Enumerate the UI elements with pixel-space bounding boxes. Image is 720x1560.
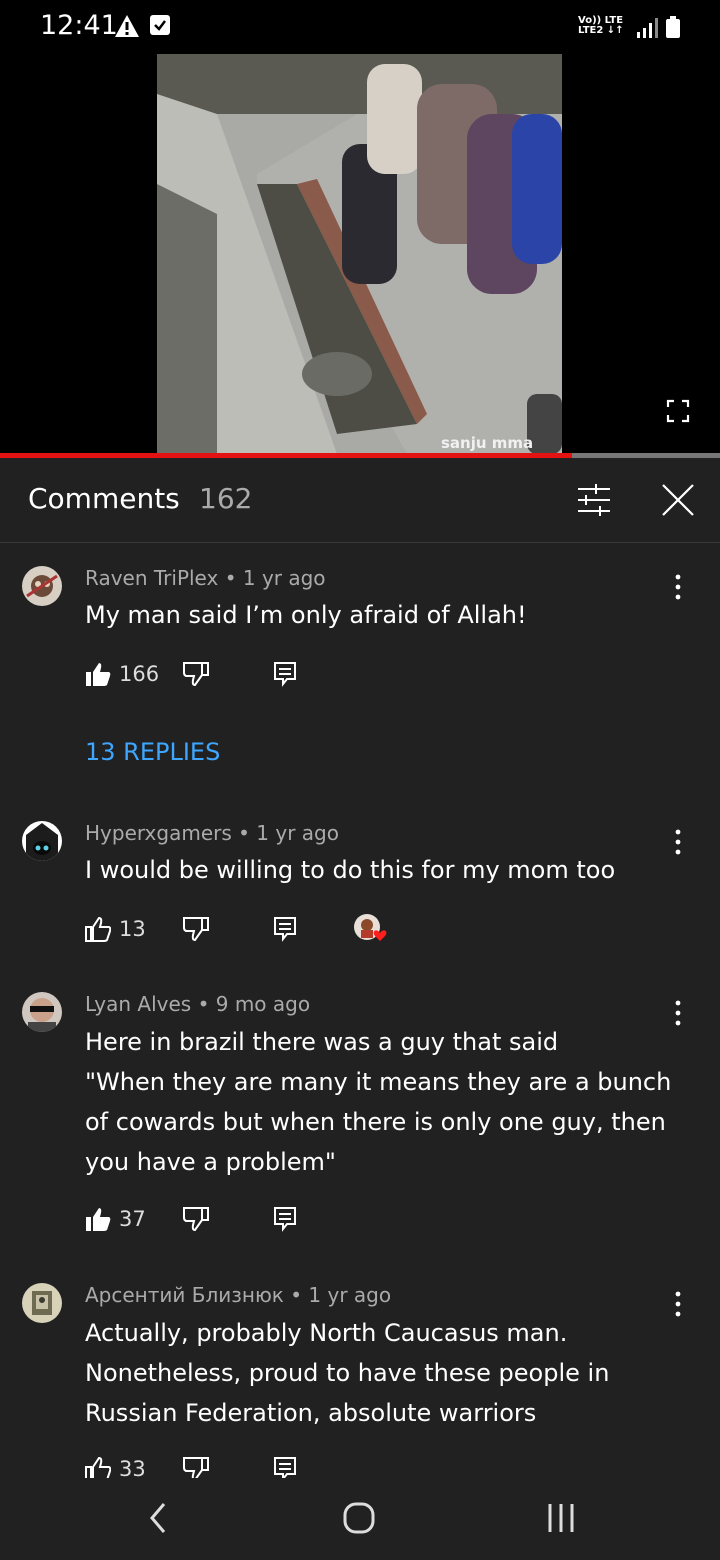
comment-text-line: Nonetheless, proud to have these people … xyxy=(85,1359,610,1387)
comment-meta: Hyperxgamers • 1 yr ago xyxy=(85,821,339,845)
comment-text: Here in brazil there was a guy that said… xyxy=(85,1022,675,1182)
comment-actions: 166 xyxy=(85,661,485,691)
comment-text-line: Russian Federation, absolute warriors xyxy=(85,1399,537,1427)
sort-filter-icon[interactable] xyxy=(576,482,612,518)
fullscreen-icon[interactable] xyxy=(666,399,690,423)
dislike-icon[interactable] xyxy=(183,1206,209,1232)
system-nav-bar xyxy=(0,1478,720,1560)
like-count: 166 xyxy=(119,662,160,686)
comment-meta: Raven TriPlex • 1 yr ago xyxy=(85,566,326,590)
comment-text-line: Here in brazil there was a guy that said xyxy=(85,1028,559,1056)
more-options-icon[interactable] xyxy=(668,574,688,600)
video-watermark: sanju mma xyxy=(441,434,534,452)
comment-actions: 13 xyxy=(85,914,485,946)
warning-icon xyxy=(115,15,139,37)
reply-icon[interactable] xyxy=(273,916,297,942)
comment-meta: Lyan Alves • 9 mo ago xyxy=(85,992,311,1016)
comments-title: Comments xyxy=(28,482,180,515)
check-box-icon xyxy=(150,15,170,35)
network-bottom-label: LTE2 ↓↑ xyxy=(578,25,624,36)
home-icon[interactable] xyxy=(342,1500,376,1536)
reply-icon[interactable] xyxy=(273,1206,297,1232)
more-options-icon[interactable] xyxy=(668,1000,688,1026)
more-options-icon[interactable] xyxy=(668,829,688,855)
dislike-icon[interactable] xyxy=(183,661,209,687)
comments-count: 162 xyxy=(199,482,253,515)
like-icon[interactable] xyxy=(85,661,111,687)
video-player[interactable]: sanju mma xyxy=(0,54,720,456)
comment-text-line: you have a problem" xyxy=(85,1148,336,1176)
signal-icon xyxy=(637,18,658,38)
more-options-icon[interactable] xyxy=(668,1291,688,1317)
like-icon[interactable] xyxy=(85,916,111,942)
creator-heart-icon xyxy=(354,914,387,941)
comment-text-line: "When they are many it means they are a … xyxy=(85,1068,672,1096)
comment-actions: 37 xyxy=(85,1206,485,1236)
comment-text-line: of cowards but when there is only one gu… xyxy=(85,1108,666,1136)
comment-text: I would be willing to do this for my mom… xyxy=(85,856,616,884)
avatar[interactable] xyxy=(22,566,62,606)
battery-icon xyxy=(666,16,680,38)
back-icon[interactable] xyxy=(146,1500,170,1536)
like-icon[interactable] xyxy=(85,1206,111,1232)
video-still-image xyxy=(157,54,562,454)
like-count: 13 xyxy=(119,917,146,941)
comments-header: Comments 162 xyxy=(0,458,720,543)
comment-text-line: Actually, probably North Caucasus man. xyxy=(85,1319,568,1347)
comment-meta: Арсентий Близнюк • 1 yr ago xyxy=(85,1283,392,1307)
status-time: 12:41 xyxy=(40,10,118,41)
avatar[interactable] xyxy=(22,992,62,1032)
like-count: 37 xyxy=(119,1207,146,1231)
reply-icon[interactable] xyxy=(273,661,297,687)
video-frame[interactable]: sanju mma xyxy=(157,54,562,454)
avatar[interactable] xyxy=(22,821,62,861)
dislike-icon[interactable] xyxy=(183,916,209,942)
comment-text: Actually, probably North Caucasus man. N… xyxy=(85,1313,675,1433)
network-indicator: Vo)) LTE LTE2 ↓↑ xyxy=(578,16,624,36)
status-bar: 12:41 Vo)) LTE LTE2 ↓↑ xyxy=(0,0,720,54)
recents-icon[interactable] xyxy=(546,1502,576,1534)
avatar[interactable] xyxy=(22,1283,62,1323)
comment-text: My man said I’m only afraid of Allah! xyxy=(85,601,527,629)
view-replies-link[interactable]: 13 REPLIES xyxy=(85,738,220,766)
close-icon[interactable] xyxy=(660,482,696,518)
